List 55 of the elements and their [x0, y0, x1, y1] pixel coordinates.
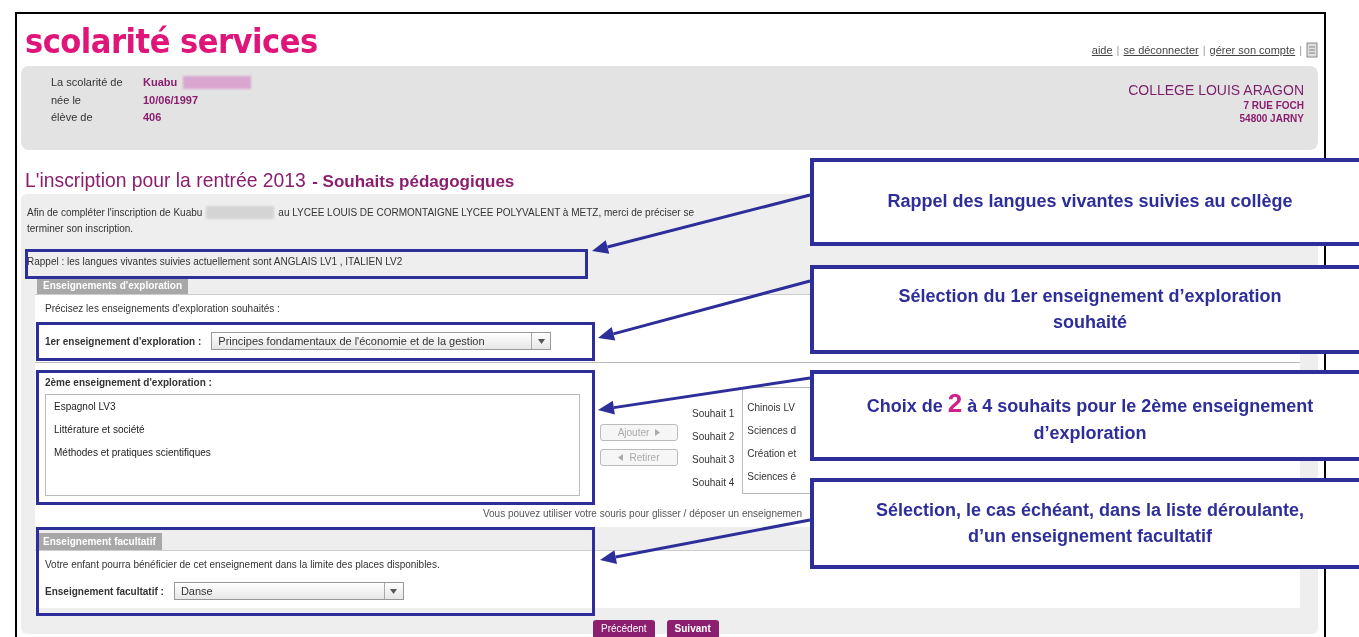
wish-label: Souhait 2	[692, 431, 735, 442]
printer-icon[interactable]	[1306, 42, 1318, 58]
reminder-text: Rappel : les langues vivantes suivies actuellement sont ANGLAIS LV1 , ITALIEN LV2	[27, 256, 404, 267]
intro-text: au LYCEE LOUIS DE CORMONTAIGNE LYCEE POLYVALENT à METZ, merci de préciser se	[278, 207, 694, 218]
right-triangle-icon	[655, 429, 661, 436]
callout-text: Choix de 2 à 4 souhaits pour le 2ème enseignement d’exploration	[865, 386, 1315, 446]
wish-item[interactable]: Sciences d	[747, 425, 810, 436]
field-label: 2ème enseignement d'exploration :	[45, 377, 212, 388]
header-link[interactable]: se déconnecter	[1123, 44, 1199, 56]
next-button[interactable]: Suivant	[666, 620, 719, 637]
link-separator: |	[1299, 44, 1302, 56]
caret-icon	[390, 588, 398, 594]
list-item[interactable]: Méthodes et pratiques scientifiques	[54, 447, 571, 458]
page-subtitle: - Souhaits pédagogiques	[312, 172, 515, 192]
wish-item[interactable]: Création et	[747, 448, 810, 459]
wish-label: Souhait 4	[692, 477, 735, 488]
available-list[interactable]: Espagnol LV3 Littérature et société Méthodes et pratiques scientifiques	[45, 394, 580, 496]
header-link[interactable]: aide	[1091, 44, 1113, 56]
info-label: élève de	[51, 111, 94, 123]
intro-text: terminer son inscription.	[27, 223, 134, 234]
wish-item[interactable]: Chinois LV	[747, 402, 810, 413]
wish-label: Souhait 1	[692, 408, 735, 419]
info-value: 406	[143, 111, 162, 123]
info-label: née le	[51, 94, 82, 106]
header-link[interactable]: gérer son compte	[1209, 44, 1296, 56]
info-label: La scolarité de	[51, 76, 124, 89]
info-value: 10/06/1997	[143, 94, 199, 106]
previous-button[interactable]: Précédent	[593, 620, 655, 637]
section-prompt: Précisez les enseignements d'exploration souhaités :	[45, 303, 280, 314]
callout-text: Sélection du 1er enseignement d’exploration souhaité	[897, 285, 1283, 334]
callout-text: Sélection, le cas échéant, dans la liste déroulante, d’un enseignement facultatif	[874, 499, 1306, 548]
field-label: Enseignement facultatif :	[45, 585, 164, 597]
section-prompt: Votre enfant pourra bénéficier de cet enseignement dans la limite des places disponibles.	[45, 559, 440, 570]
redaction-mark	[183, 76, 252, 89]
page-title: L'inscription pour la rentrée 2013	[25, 168, 306, 192]
school-address: 54800 JARNY	[1238, 113, 1304, 124]
redaction-mark	[206, 206, 275, 219]
school-name: COLLEGE LOUIS ARAGON	[1128, 82, 1304, 98]
wish-item[interactable]: Sciences é	[747, 471, 810, 482]
field-label: 1er enseignement d'exploration :	[45, 335, 202, 347]
info-value: Kuabu	[143, 76, 178, 89]
wish-label: Souhait 3	[692, 454, 735, 465]
callout-text: Rappel des langues vivantes suivies au collège	[887, 190, 1293, 214]
left-triangle-icon	[618, 454, 624, 461]
intro-text: Afin de compléter l'inscription de Kuabu	[27, 207, 203, 218]
link-separator: |	[1116, 44, 1120, 56]
dropdown-field[interactable]: Principes fondamentaux de l'économie et de la gestion	[211, 332, 552, 350]
link-separator: |	[1202, 44, 1206, 56]
dropdown-field[interactable]: Danse	[173, 582, 404, 600]
school-address: 7 RUE FOCH	[1242, 100, 1304, 111]
list-item[interactable]: Littérature et société	[54, 424, 571, 435]
list-item[interactable]: Espagnol LV3	[54, 401, 571, 412]
site-logo: scolarité services	[24, 22, 318, 60]
caret-icon	[537, 338, 545, 344]
hint-text: Vous pouvez utiliser votre souris pour glisser / déposer un enseignemen	[482, 508, 802, 519]
